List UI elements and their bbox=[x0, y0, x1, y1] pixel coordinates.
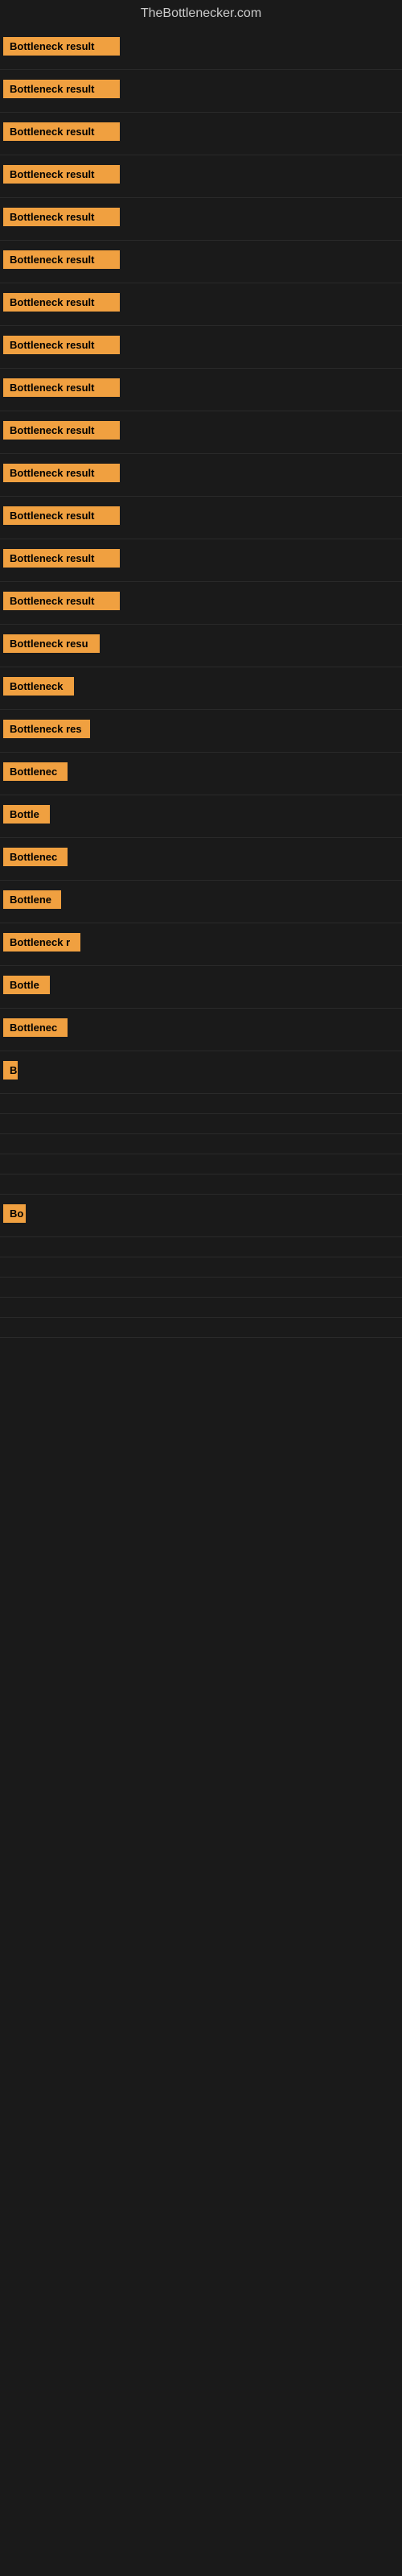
list-item: Bottleneck result bbox=[0, 539, 402, 582]
bottleneck-result-bar[interactable]: Bottleneck result bbox=[3, 378, 120, 397]
bottleneck-result-bar[interactable]: Bottleneck result bbox=[3, 250, 120, 269]
list-item bbox=[0, 1114, 402, 1134]
list-item: Bottleneck result bbox=[0, 155, 402, 198]
list-item: Bottlenec bbox=[0, 1009, 402, 1051]
list-item: Bottle bbox=[0, 966, 402, 1009]
bottleneck-result-bar[interactable]: Bottlenec bbox=[3, 848, 68, 866]
list-item: Bottleneck result bbox=[0, 113, 402, 155]
list-item: Bottle bbox=[0, 795, 402, 838]
list-item bbox=[0, 1257, 402, 1278]
list-item bbox=[0, 1094, 402, 1114]
list-item bbox=[0, 1318, 402, 1338]
bottleneck-result-bar[interactable]: Bottleneck result bbox=[3, 208, 120, 226]
bottleneck-result-bar[interactable]: B bbox=[3, 1061, 18, 1080]
list-item bbox=[0, 1237, 402, 1257]
bottleneck-result-bar[interactable]: Bottleneck result bbox=[3, 293, 120, 312]
list-item: Bottlenec bbox=[0, 753, 402, 795]
site-title: TheBottlenecker.com bbox=[0, 0, 402, 27]
bottleneck-result-bar[interactable]: Bottleneck result bbox=[3, 37, 120, 56]
list-item: Bottleneck res bbox=[0, 710, 402, 753]
bottleneck-result-bar[interactable]: Bottle bbox=[3, 976, 50, 994]
list-item bbox=[0, 1298, 402, 1318]
list-item: B bbox=[0, 1051, 402, 1094]
bottleneck-result-bar[interactable]: Bottleneck result bbox=[3, 122, 120, 141]
bottleneck-result-bar[interactable]: Bottleneck result bbox=[3, 592, 120, 610]
bottleneck-result-bar[interactable]: Bottle bbox=[3, 805, 50, 824]
bottleneck-result-bar[interactable]: Bottleneck r bbox=[3, 933, 80, 952]
list-item: Bottleneck result bbox=[0, 198, 402, 241]
bottleneck-result-bar[interactable]: Bottleneck bbox=[3, 677, 74, 696]
bottleneck-result-bar[interactable]: Bo bbox=[3, 1204, 26, 1223]
list-item bbox=[0, 1134, 402, 1154]
list-item: Bottleneck result bbox=[0, 326, 402, 369]
list-item: Bottleneck result bbox=[0, 27, 402, 70]
list-item: Bottleneck r bbox=[0, 923, 402, 966]
bottleneck-result-bar[interactable]: Bottleneck result bbox=[3, 165, 120, 184]
list-item: Bottleneck bbox=[0, 667, 402, 710]
list-item bbox=[0, 1154, 402, 1174]
list-item: Bottleneck result bbox=[0, 369, 402, 411]
bottleneck-result-bar[interactable]: Bottleneck result bbox=[3, 464, 120, 482]
bottleneck-result-bar[interactable]: Bottlenec bbox=[3, 1018, 68, 1037]
list-item: Bottleneck result bbox=[0, 454, 402, 497]
list-item: Bottleneck result bbox=[0, 241, 402, 283]
list-item: Bo bbox=[0, 1195, 402, 1237]
bottleneck-result-bar[interactable]: Bottleneck result bbox=[3, 421, 120, 440]
bottleneck-result-bar[interactable]: Bottlene bbox=[3, 890, 61, 909]
list-item: Bottleneck resu bbox=[0, 625, 402, 667]
list-item: Bottleneck result bbox=[0, 411, 402, 454]
bottleneck-result-bar[interactable]: Bottleneck result bbox=[3, 80, 120, 98]
list-item: Bottleneck result bbox=[0, 497, 402, 539]
bottleneck-result-bar[interactable]: Bottleneck result bbox=[3, 549, 120, 568]
list-item: Bottlene bbox=[0, 881, 402, 923]
list-item bbox=[0, 1278, 402, 1298]
bottleneck-result-bar[interactable]: Bottleneck resu bbox=[3, 634, 100, 653]
list-item: Bottleneck result bbox=[0, 283, 402, 326]
bottleneck-result-bar[interactable]: Bottlenec bbox=[3, 762, 68, 781]
bottleneck-result-bar[interactable]: Bottleneck result bbox=[3, 336, 120, 354]
list-item bbox=[0, 1174, 402, 1195]
list-item: Bottleneck result bbox=[0, 70, 402, 113]
bottleneck-result-bar[interactable]: Bottleneck res bbox=[3, 720, 90, 738]
bottleneck-result-bar[interactable]: Bottleneck result bbox=[3, 506, 120, 525]
list-item: Bottleneck result bbox=[0, 582, 402, 625]
list-item: Bottlenec bbox=[0, 838, 402, 881]
